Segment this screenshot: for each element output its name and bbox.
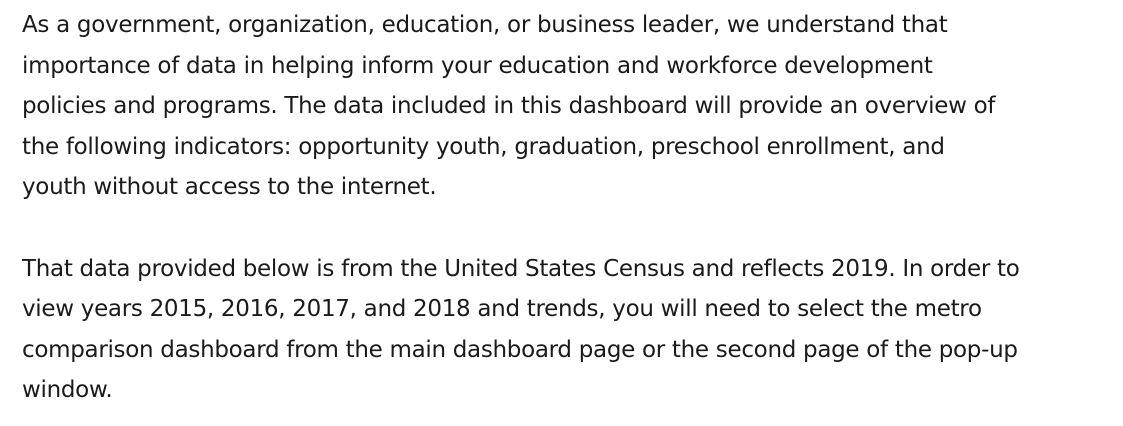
text-line: view years 2015, 2016, 2017, and 2018 an… xyxy=(22,296,982,323)
text-line: That data provided below is from the Uni… xyxy=(22,255,1020,282)
text-line: window. xyxy=(22,377,113,404)
text-line: youth without access to the internet. xyxy=(22,174,437,201)
text-line: As a government, organization, education… xyxy=(22,12,948,38)
text-line: policies and programs. The data included… xyxy=(22,93,996,120)
text-line: importance of data in helping inform you… xyxy=(22,52,933,79)
document-body: As a government, organization, education… xyxy=(22,5,1117,411)
paragraph-intro: As a government, organization, education… xyxy=(22,5,1117,208)
text-line: the following indicators: opportunity yo… xyxy=(22,133,945,160)
text-line: comparison dashboard from the main dashb… xyxy=(22,336,1018,363)
paragraph-data-source: That data provided below is from the Uni… xyxy=(22,249,1117,411)
